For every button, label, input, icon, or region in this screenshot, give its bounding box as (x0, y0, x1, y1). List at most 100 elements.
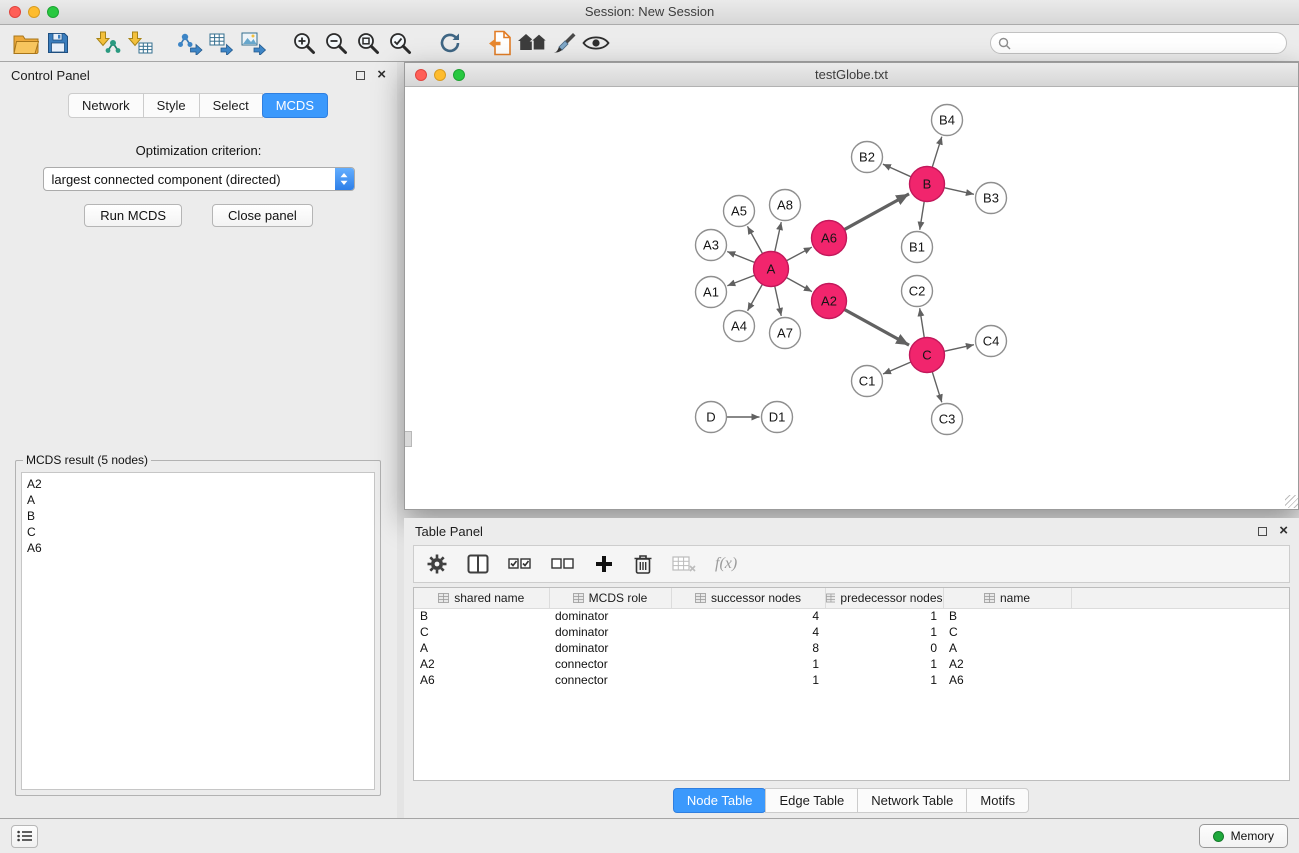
network-node-D1[interactable]: D1 (762, 402, 793, 433)
table-row[interactable]: Cdominator41C (414, 624, 1289, 640)
network-edge-A-A7[interactable] (775, 286, 782, 316)
table-cell[interactable]: C (943, 624, 1071, 640)
mcds-result-item[interactable]: A2 (27, 476, 369, 492)
open-document-button[interactable] (484, 28, 516, 58)
network-node-A7[interactable]: A7 (770, 318, 801, 349)
table-cell[interactable]: 1 (825, 608, 943, 624)
mcds-result-item[interactable]: C (27, 524, 369, 540)
column-header-shared-name[interactable]: shared name (414, 588, 549, 608)
network-edge-A-A8[interactable] (775, 222, 782, 252)
network-edge-C-C4[interactable] (944, 345, 974, 352)
canvas-drawer-handle[interactable] (405, 431, 412, 447)
network-edge-C-C3[interactable] (932, 372, 942, 403)
open-session-button[interactable] (10, 28, 42, 58)
table-cell[interactable]: A6 (414, 672, 549, 688)
run-mcds-button[interactable]: Run MCDS (84, 204, 182, 227)
close-panel-button[interactable]: Close panel (212, 204, 313, 227)
mcds-result-item[interactable]: A6 (27, 540, 369, 556)
import-network-from-file-button[interactable] (92, 28, 124, 58)
zoom-fit-content-button[interactable] (352, 28, 384, 58)
zoom-window-button[interactable] (47, 6, 59, 18)
network-node-C4[interactable]: C4 (976, 326, 1007, 357)
zoom-in-button[interactable] (288, 28, 320, 58)
tab-mcds[interactable]: MCDS (262, 93, 328, 118)
show-hide-eye-button[interactable] (580, 28, 612, 58)
network-node-A6[interactable]: A6 (812, 221, 847, 256)
table-cell[interactable]: 0 (825, 640, 943, 656)
network-node-C[interactable]: C (910, 338, 945, 373)
table-cell[interactable]: connector (549, 672, 671, 688)
column-header-name[interactable]: name (943, 588, 1071, 608)
function-builder-button[interactable]: f(x) (715, 555, 737, 573)
network-node-C3[interactable]: C3 (932, 404, 963, 435)
search-input[interactable] (990, 32, 1287, 54)
table-cell[interactable]: A2 (414, 656, 549, 672)
network-zoom-button[interactable] (453, 69, 465, 81)
tab-node-table[interactable]: Node Table (673, 788, 767, 813)
table-cell[interactable]: 1 (825, 656, 943, 672)
network-node-A2[interactable]: A2 (812, 284, 847, 319)
network-edge-B-B3[interactable] (944, 188, 974, 195)
table-cell[interactable]: A2 (943, 656, 1071, 672)
table-row[interactable]: Adominator80A (414, 640, 1289, 656)
network-edge-A-A1[interactable] (727, 275, 754, 285)
mcds-result-item[interactable]: B (27, 508, 369, 524)
close-panel-icon[interactable]: × (377, 70, 386, 80)
tab-network[interactable]: Network (68, 93, 144, 118)
network-node-A4[interactable]: A4 (724, 311, 755, 342)
network-edge-A-A4[interactable] (748, 284, 763, 310)
window-resize-grip[interactable] (1285, 495, 1298, 508)
tab-style[interactable]: Style (143, 93, 200, 118)
column-header-predecessor-nodes[interactable]: predecessor nodes (825, 588, 943, 608)
zoom-selected-region-button[interactable] (384, 28, 416, 58)
table-cell[interactable]: 1 (825, 624, 943, 640)
table-cell[interactable]: dominator (549, 640, 671, 656)
network-edge-A2-C[interactable] (844, 309, 909, 345)
table-cell[interactable]: 8 (671, 640, 825, 656)
table-cell[interactable]: A6 (943, 672, 1071, 688)
select-all-columns-button[interactable] (508, 556, 532, 572)
mcds-result-list[interactable]: A2ABCA6 (21, 472, 375, 790)
column-header-successor-nodes[interactable]: successor nodes (671, 588, 825, 608)
table-row[interactable]: A6connector11A6 (414, 672, 1289, 688)
table-cell[interactable]: 4 (671, 624, 825, 640)
network-node-B2[interactable]: B2 (852, 142, 883, 173)
network-edge-B-B2[interactable] (883, 164, 911, 177)
home-button[interactable] (516, 28, 548, 58)
network-edge-B-B4[interactable] (932, 137, 942, 168)
network-canvas[interactable]: B4B2BB3A8A5A6A3B1AC2A1A2A4A7C4CC1C3DD1 (405, 87, 1298, 508)
table-row[interactable]: Bdominator41B (414, 608, 1289, 624)
memory-button[interactable]: Memory (1199, 824, 1288, 848)
task-list-button[interactable] (11, 825, 38, 848)
table-cell[interactable]: B (943, 608, 1071, 624)
tab-motifs[interactable]: Motifs (966, 788, 1029, 813)
show-columns-button[interactable] (467, 554, 489, 574)
minimize-window-button[interactable] (28, 6, 40, 18)
table-cell[interactable]: 1 (671, 672, 825, 688)
network-edge-A6-B[interactable] (844, 194, 909, 230)
float-panel-icon[interactable] (356, 71, 365, 80)
close-table-panel-icon[interactable]: × (1279, 526, 1288, 536)
tab-network-table[interactable]: Network Table (857, 788, 967, 813)
table-cell[interactable]: A (943, 640, 1071, 656)
table-cell[interactable]: dominator (549, 608, 671, 624)
import-table-from-file-button[interactable] (124, 28, 156, 58)
table-cell[interactable]: 4 (671, 608, 825, 624)
column-header-mcds-role[interactable]: MCDS role (549, 588, 671, 608)
network-node-A3[interactable]: A3 (696, 230, 727, 261)
import-table-disabled-button[interactable] (672, 555, 696, 573)
network-node-A[interactable]: A (754, 252, 789, 287)
table-settings-button[interactable] (426, 553, 448, 575)
network-node-B1[interactable]: B1 (902, 232, 933, 263)
style-brush-button[interactable] (548, 28, 580, 58)
export-table-button[interactable] (206, 28, 238, 58)
float-table-panel-icon[interactable] (1258, 527, 1267, 536)
network-node-B4[interactable]: B4 (932, 105, 963, 136)
table-cell[interactable]: B (414, 608, 549, 624)
save-session-button[interactable] (42, 28, 74, 58)
table-cell[interactable]: C (414, 624, 549, 640)
network-node-B3[interactable]: B3 (976, 183, 1007, 214)
network-edge-A-A5[interactable] (747, 226, 762, 253)
mcds-result-item[interactable]: A (27, 492, 369, 508)
delete-columns-button[interactable] (633, 553, 653, 575)
